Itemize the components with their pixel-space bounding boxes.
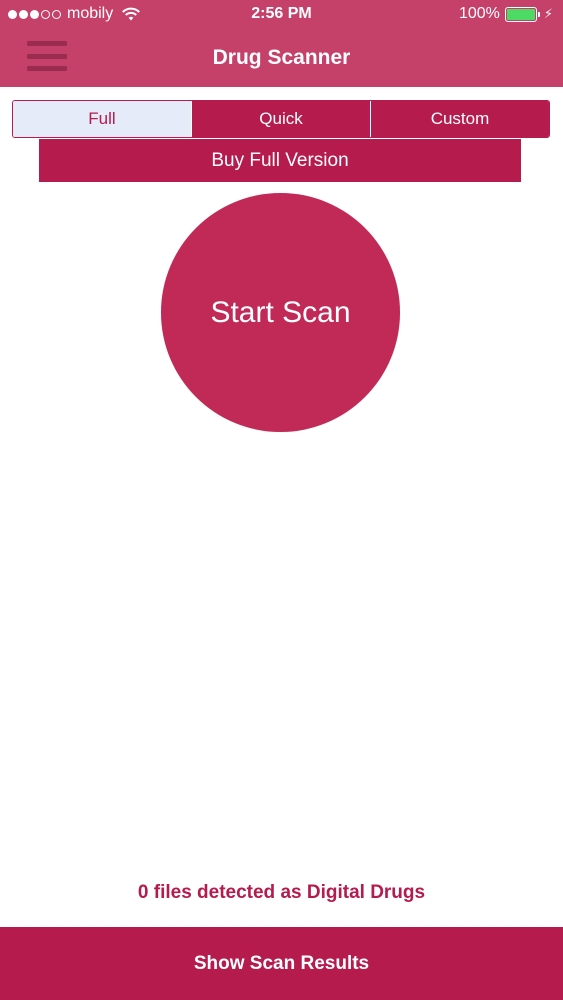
segment-quick[interactable]: Quick	[191, 101, 370, 137]
start-scan-button[interactable]: Start Scan	[161, 193, 400, 432]
battery-icon	[504, 6, 540, 22]
scan-mode-segmented-control: Full Quick Custom	[12, 100, 550, 138]
segment-full[interactable]: Full	[13, 101, 191, 137]
battery-percent: 100%	[458, 5, 500, 22]
nav-bar: Drug Scanner	[0, 30, 563, 87]
header: mobily 2:56 PM 100% ⚡ Drug Scanner	[0, 0, 563, 87]
page-title: Drug Scanner	[212, 46, 351, 69]
battery-tip	[537, 11, 540, 17]
show-scan-results-button[interactable]: Show Scan Results	[0, 927, 563, 1000]
charging-bolt-icon: ⚡	[543, 6, 553, 21]
detected-files-text: 0 files detected as Digital Drugs	[137, 882, 426, 903]
battery-status: 100% ⚡	[459, 5, 553, 23]
app-screen: mobily 2:56 PM 100% ⚡ Drug Scanner Full …	[0, 0, 563, 1000]
segment-custom[interactable]: Custom	[370, 101, 549, 137]
status-bar: mobily 2:56 PM 100% ⚡	[0, 0, 563, 30]
buy-full-version-button[interactable]: Buy Full Version	[39, 139, 521, 182]
battery-level	[506, 8, 535, 20]
